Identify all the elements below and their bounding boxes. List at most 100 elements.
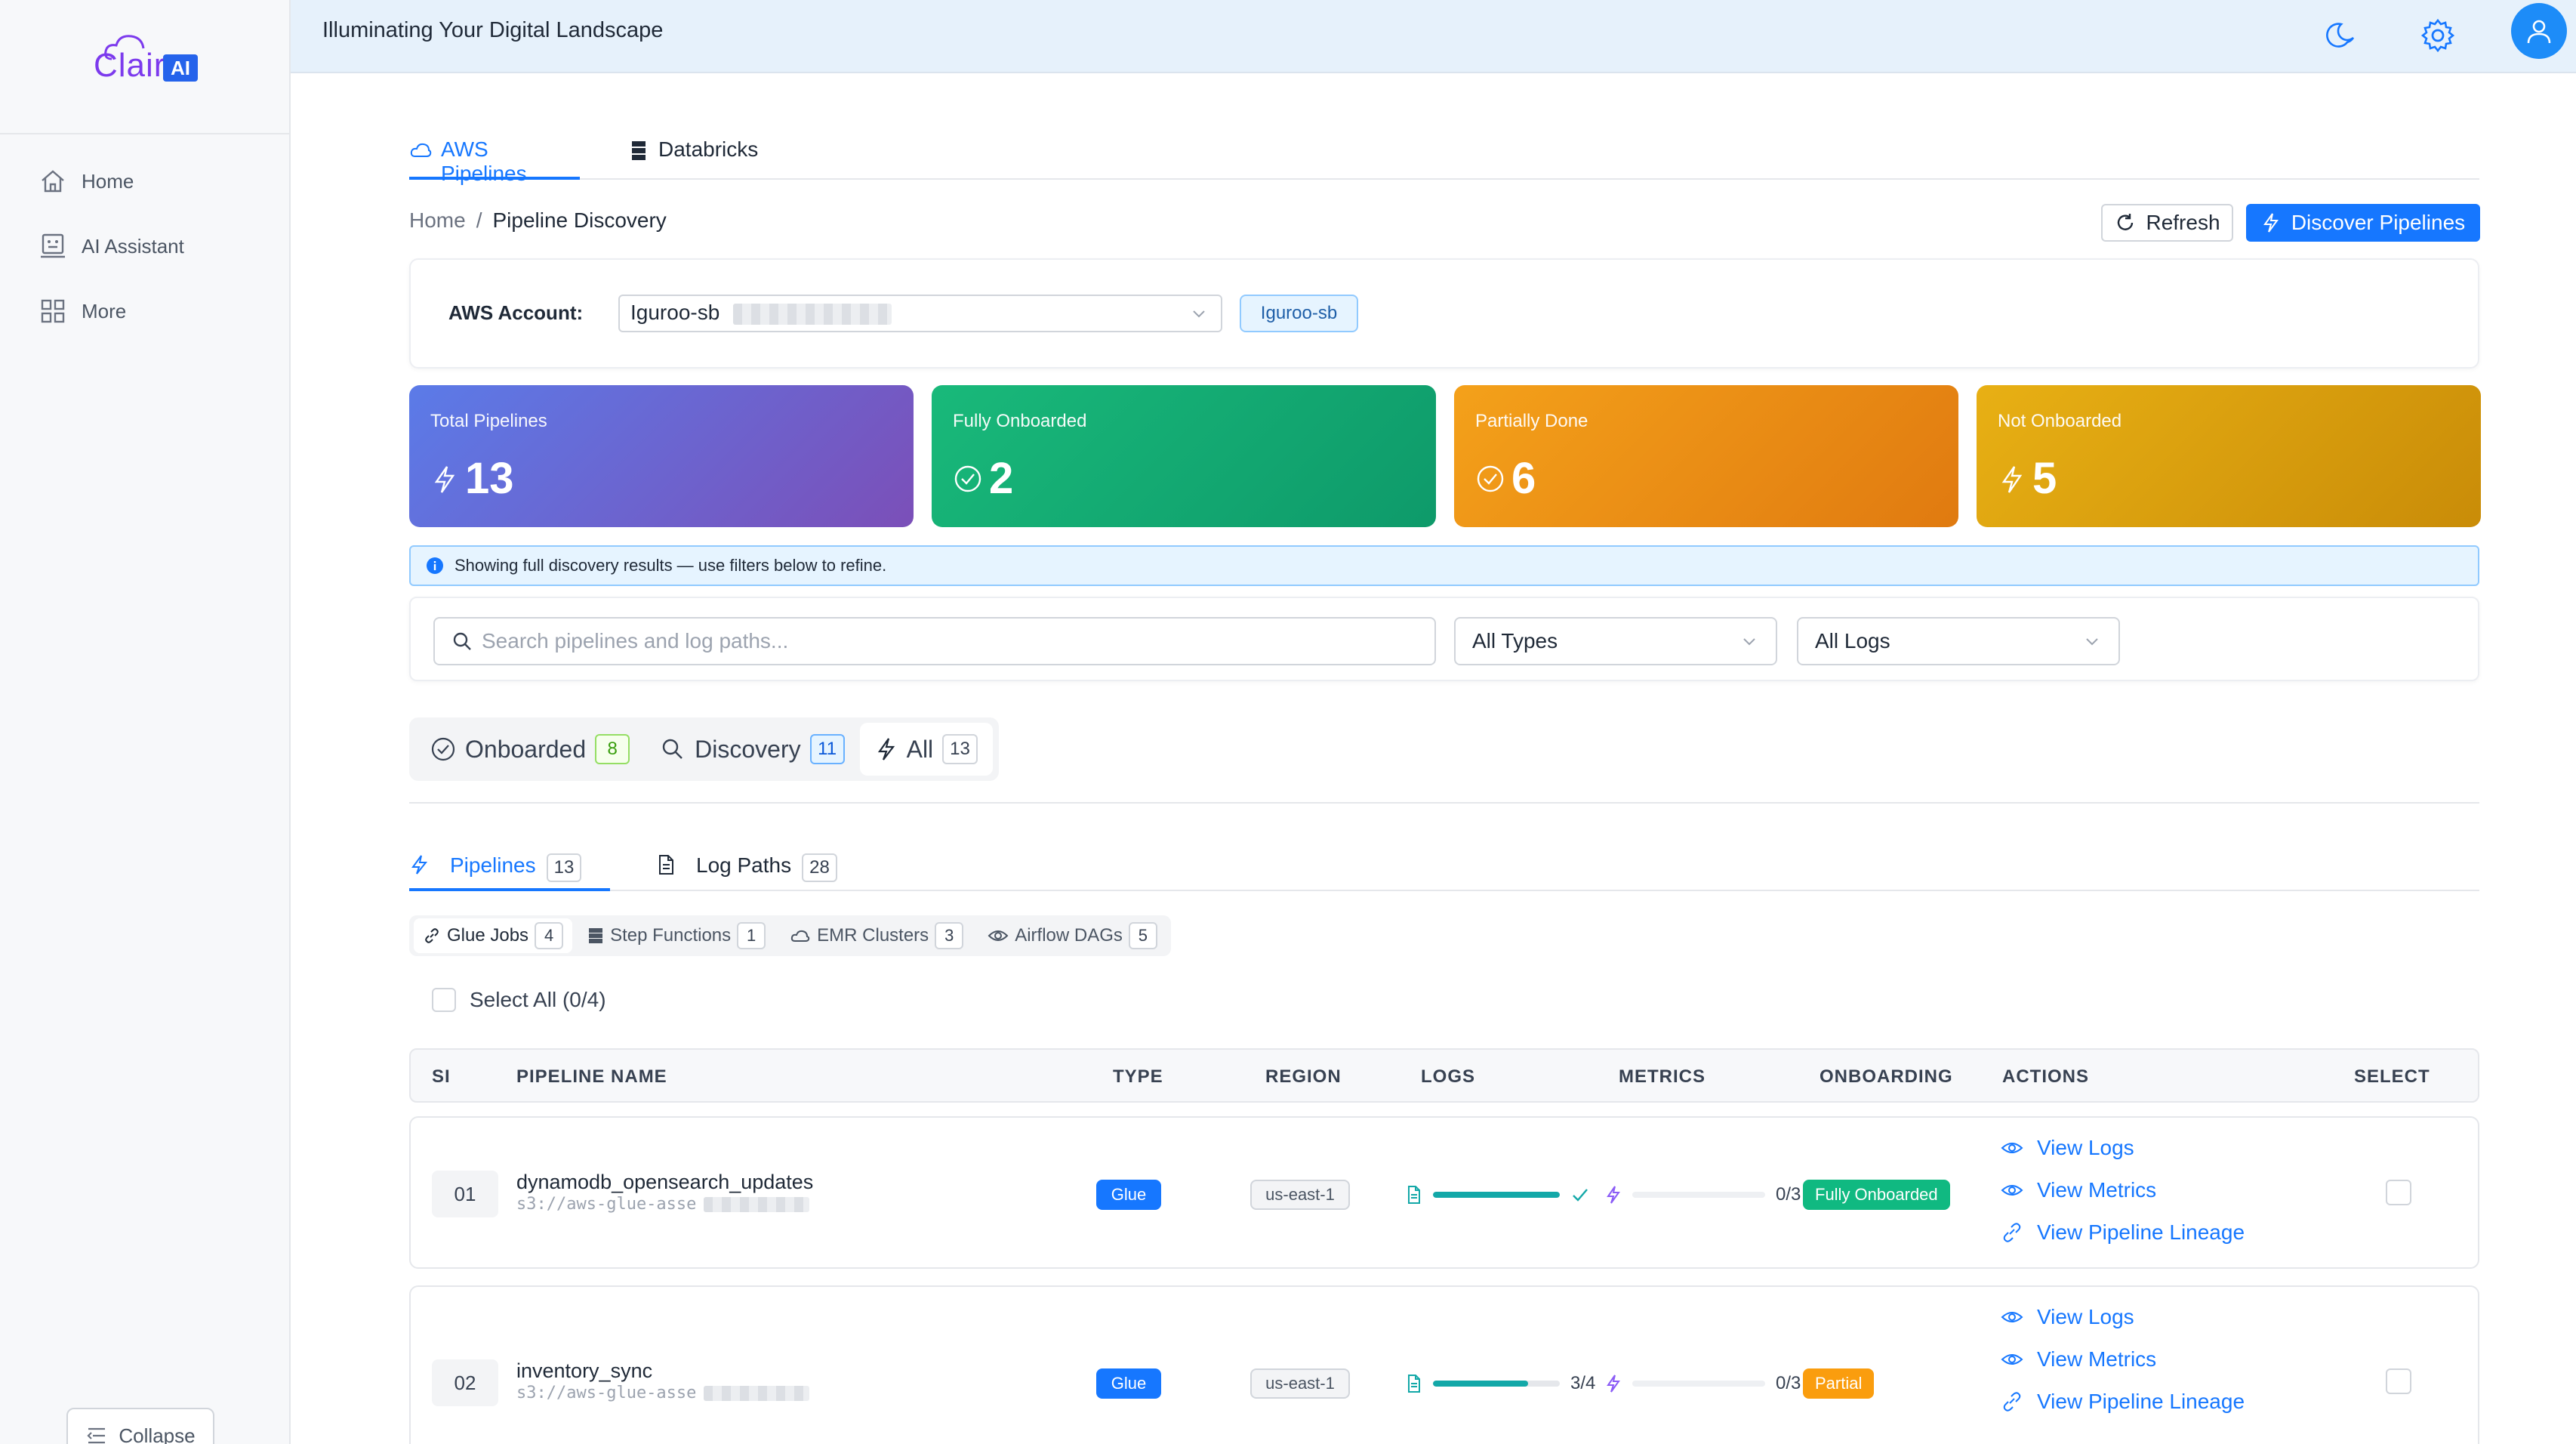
onboarding-badge: Fully Onboarded [1803,1180,1950,1210]
stat-value: 5 [2032,454,2057,503]
refresh-icon [2118,214,2134,230]
refresh-button[interactable]: Refresh [2101,204,2233,242]
segment-count: 13 [942,734,978,764]
clair-ai-logo[interactable]: Clair AI [91,33,204,91]
table-row: 01 dynamodb_opensearch_updates s3://aws-… [409,1116,2479,1269]
metrics-progress-bar [1632,1192,1765,1198]
status-segmented-control: Onboarded 8 Discovery 11 All 13 [409,717,999,781]
collapse-button[interactable]: Collapse [66,1408,214,1444]
sidebar-item-more[interactable]: More [38,292,126,331]
view-logs-link[interactable]: View Logs [2001,1134,2245,1162]
check-icon [1573,1189,1588,1202]
stat-fully-onboarded: Fully Onboarded 2 [932,385,1436,527]
type-filter-select[interactable]: All Types [1454,617,1777,665]
column-header-actions: ACTIONS [2002,1066,2089,1087]
view-metrics-link[interactable]: View Metrics [2001,1346,2245,1373]
theme-toggle-button[interactable] [2317,11,2367,60]
row-serial: 02 [432,1359,498,1406]
breadcrumb-home[interactable]: Home [409,208,466,233]
account-select[interactable]: Iguroo-sb [618,295,1222,332]
chip-emr-clusters[interactable]: EMR Clusters 3 [781,918,972,953]
column-header-type: TYPE [1113,1066,1163,1087]
chip-glue-jobs[interactable]: Glue Jobs 4 [414,918,573,953]
tab-label: AWS Pipelines [440,137,527,185]
discover-label: Discover Pipelines [2291,211,2466,234]
top-header: Illuminating Your Digital Landscape [291,0,2576,73]
link-icon [2003,1392,2021,1412]
chevron-down-icon [2086,638,2098,646]
moon-icon [2326,23,2355,48]
info-icon [427,557,443,574]
row-actions: View Logs View Metrics View Pipeline Lin… [2001,1134,2245,1246]
table-header: SI PIPELINE NAME TYPE REGION LOGS METRIC… [409,1048,2479,1103]
discover-pipelines-button[interactable]: Discover Pipelines [2246,204,2480,242]
view-logs-link[interactable]: View Logs [2001,1304,2245,1331]
view-pipeline-lineage-link[interactable]: View Pipeline Lineage [2001,1388,2245,1415]
search-icon [453,632,471,650]
file-icon [1408,1186,1420,1204]
logs-progress-bar [1433,1192,1560,1198]
sidebar-item-home[interactable]: Home [38,162,134,201]
view-pipeline-lineage-link[interactable]: View Pipeline Lineage [2001,1219,2245,1246]
sidebar: Clair AI Home AI Assistant More Collapse [0,0,291,1444]
logs-progress: 3/4 [1406,1368,1595,1399]
row-select-checkbox[interactable] [2386,1368,2411,1394]
onboarding-badge: Partial [1803,1368,1875,1399]
sidebar-item-ai-assistant[interactable]: AI Assistant [38,227,184,266]
lightning-icon [411,855,428,875]
chevron-down-icon [1743,638,1755,646]
select-all[interactable]: Select All (0/4) [432,988,606,1012]
tab-databricks[interactable]: Databricks [628,137,758,180]
column-header-logs: LOGS [1421,1066,1476,1087]
user-avatar-button[interactable] [2511,3,2567,59]
segment-count: 11 [809,734,845,764]
check-circle-icon [954,465,981,492]
select-all-checkbox[interactable] [432,988,456,1012]
segment-all[interactable]: All 13 [859,723,993,776]
column-header-metrics: METRICS [1619,1066,1706,1087]
info-message: Showing full discovery results — use fil… [454,556,887,575]
search-input[interactable]: Search pipelines and log paths... [433,617,1436,665]
redacted-path [704,1386,810,1401]
pipeline-name: dynamodb_opensearch_updates [516,1171,814,1193]
tab-aws-pipelines[interactable]: AWS Pipelines [409,137,580,185]
settings-button[interactable] [2413,11,2463,60]
tab-pipelines[interactable]: Pipelines 13 [409,844,610,891]
stat-label: Total Pipelines [430,411,547,431]
column-header-onboarding: ONBOARDING [1820,1066,1953,1087]
row-select-checkbox[interactable] [2386,1180,2411,1205]
logs-count: 3/4 [1570,1373,1596,1393]
stat-value-row: 5 [1998,453,2057,504]
metrics-progress: 0/3 [1605,1180,1801,1210]
action-label: View Logs [2037,1305,2134,1328]
platform-tabs: AWS Pipelines Databricks [409,128,2479,185]
type-badge: Glue [1096,1368,1161,1399]
info-alert: Showing full discovery results — use fil… [409,545,2479,586]
chip-label: Glue Jobs [447,925,529,946]
segment-discovery[interactable]: Discovery 11 [645,723,859,776]
logs-progress-bar [1433,1381,1560,1387]
chip-count: 5 [1128,922,1157,949]
chip-airflow-dags[interactable]: Airflow DAGs 5 [978,918,1166,953]
link-icon [425,928,439,943]
tab-log-paths[interactable]: Log Paths 28 [655,844,837,891]
logs-progress-fill [1433,1192,1560,1198]
link-icon [2003,1223,2021,1242]
tab-count: 28 [802,853,837,882]
chip-step-functions[interactable]: Step Functions 1 [578,918,775,953]
metrics-progress: 0/3 [1605,1368,1801,1399]
sidebar-divider [0,133,291,134]
check-circle-icon [431,737,455,761]
stat-not-onboarded: Not Onboarded 5 [1977,385,2481,527]
menu-fold-icon [87,1427,106,1444]
action-label: View Logs [2037,1136,2134,1159]
region-badge: us-east-1 [1250,1180,1350,1210]
account-value: Iguroo-sb [630,301,720,324]
view-metrics-link[interactable]: View Metrics [2001,1177,2245,1204]
logs-filter-select[interactable]: All Logs [1797,617,2120,665]
segment-label: All [906,735,934,763]
account-chip: Iguroo-sb [1240,295,1358,332]
chip-count: 3 [935,922,964,949]
segment-onboarded[interactable]: Onboarded 8 [415,723,645,776]
user-icon [2527,20,2551,44]
